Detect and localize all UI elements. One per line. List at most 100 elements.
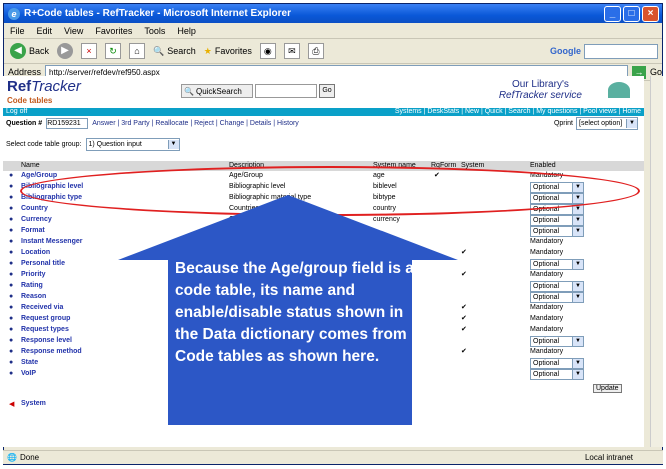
minimize-button[interactable]: _ bbox=[604, 6, 621, 22]
code-table-link[interactable]: Response level bbox=[21, 337, 72, 344]
code-table-link[interactable]: Request group bbox=[21, 315, 70, 322]
forward-arrow-icon[interactable]: ▶ bbox=[57, 43, 74, 59]
group-select[interactable]: 1) Question input ▼ bbox=[85, 138, 180, 151]
code-table-link[interactable]: Instant Messenger bbox=[21, 238, 82, 245]
quicksearch-icon: 🔍 bbox=[184, 86, 194, 96]
code-table-link[interactable]: Reason bbox=[21, 293, 46, 300]
title-bar: e R+Code tables - RefTracker - Microsoft… bbox=[4, 4, 662, 23]
code-table-link[interactable]: Location bbox=[21, 249, 50, 256]
enabled-select[interactable]: Optional ▼ bbox=[530, 369, 584, 380]
bullet-icon: ● bbox=[9, 238, 14, 245]
code-table-group: Select code table group: 1) Question inp… bbox=[3, 138, 644, 151]
enabled-status: Mandatory bbox=[530, 271, 564, 278]
enabled-select[interactable]: Optional ▼ bbox=[530, 358, 584, 369]
vertical-scrollbar[interactable] bbox=[650, 76, 663, 447]
bullet-icon: ● bbox=[9, 370, 14, 377]
question-number-input[interactable]: RD159231 bbox=[46, 117, 89, 129]
search-button[interactable]: 🔍 Search bbox=[153, 46, 196, 57]
qprint-select[interactable]: [select option] ▼ bbox=[576, 116, 638, 130]
page-subtitle: Code tables bbox=[7, 96, 53, 105]
collapse-arrow-icon: ◀ bbox=[9, 401, 15, 408]
favorites-button[interactable]: ★ Favorites bbox=[204, 46, 252, 57]
bullet-icon: ● bbox=[9, 282, 14, 289]
print-icon[interactable]: ⎙ bbox=[307, 43, 324, 59]
code-table-link[interactable]: Priority bbox=[21, 271, 46, 278]
code-table-link[interactable]: Response method bbox=[21, 348, 82, 355]
google-toolbar: Google bbox=[550, 43, 658, 59]
menu-edit[interactable]: Edit bbox=[37, 26, 53, 36]
code-table-link[interactable]: State bbox=[21, 359, 38, 366]
stop-icon[interactable]: × bbox=[81, 43, 98, 59]
status-text: Done bbox=[19, 453, 40, 462]
system-check-icon: ✔ bbox=[461, 304, 467, 311]
home-icon[interactable]: ⌂ bbox=[129, 43, 146, 59]
question-actions[interactable]: Answer | 3rd Party | Reallocate | Reject… bbox=[92, 120, 299, 127]
menu-favorites[interactable]: Favorites bbox=[95, 26, 132, 36]
system-check-icon: ✔ bbox=[461, 271, 467, 278]
quicksearch-input[interactable] bbox=[255, 84, 317, 98]
status-bar: 🌐 Done Local intranet bbox=[3, 450, 663, 464]
enabled-select[interactable]: Optional ▼ bbox=[530, 281, 584, 292]
code-table-link[interactable]: Personal title bbox=[21, 260, 65, 267]
google-search-input[interactable] bbox=[584, 43, 658, 59]
code-table-link[interactable]: Country bbox=[21, 205, 48, 212]
bullet-icon: ● bbox=[9, 227, 14, 234]
quicksearch-select[interactable]: 🔍 QuickSearch bbox=[181, 84, 253, 98]
nav-bar: Log off Systems | DeskStats | New | Quic… bbox=[3, 108, 644, 116]
code-table-link[interactable]: Rating bbox=[21, 282, 43, 289]
question-label: Question # bbox=[6, 119, 43, 127]
media-icon[interactable]: ◉ bbox=[259, 43, 276, 59]
bullet-icon: ● bbox=[9, 337, 14, 344]
enabled-select[interactable]: Optional ▼ bbox=[530, 215, 584, 226]
enabled-select[interactable]: Optional ▼ bbox=[530, 292, 584, 303]
enabled-status: Mandatory bbox=[530, 249, 564, 256]
system-check-icon: ✔ bbox=[461, 249, 467, 256]
qprint: Qprint [select option] ▼ bbox=[554, 116, 638, 130]
code-table-link[interactable]: Currency bbox=[21, 216, 52, 223]
menu-view[interactable]: View bbox=[64, 26, 83, 36]
enabled-select[interactable]: Optional ▼ bbox=[530, 259, 584, 270]
logoff-link[interactable]: Log off bbox=[6, 108, 27, 116]
menu-help[interactable]: Help bbox=[177, 26, 196, 36]
code-table-link[interactable]: Received via bbox=[21, 304, 63, 311]
quicksearch: 🔍 QuickSearch Go bbox=[181, 84, 335, 98]
bullet-icon: ● bbox=[9, 260, 14, 267]
back-button[interactable]: ◀ Back bbox=[10, 43, 49, 59]
enabled-select[interactable]: Optional ▼ bbox=[530, 336, 584, 347]
update-button[interactable]: Update bbox=[593, 384, 622, 393]
enabled-status: Mandatory bbox=[530, 304, 564, 311]
code-table-link[interactable]: Age/Group bbox=[21, 172, 57, 179]
bullet-icon: ● bbox=[9, 216, 14, 223]
bullet-icon: ● bbox=[9, 194, 14, 201]
bullet-icon: ● bbox=[9, 249, 14, 256]
bullet-icon: ● bbox=[9, 183, 14, 190]
menu-file[interactable]: File bbox=[10, 26, 25, 36]
star-icon: ★ bbox=[203, 45, 212, 56]
reftracker-logo: RefTracker bbox=[7, 78, 81, 95]
maximize-button[interactable]: □ bbox=[623, 6, 640, 22]
toolbar: ◀ Back ▶ × ↻ ⌂ 🔍 Search ★ Favorites ◉ ✉ ⎙ G… bbox=[4, 39, 662, 64]
close-button[interactable]: × bbox=[642, 6, 659, 22]
question-bar: Question # RD159231 Answer | 3rd Party |… bbox=[3, 116, 644, 130]
nav-links[interactable]: Systems | DeskStats | New | Quick | Sear… bbox=[395, 108, 641, 116]
search-icon: 🔍 bbox=[153, 45, 165, 56]
bullet-icon: ● bbox=[9, 315, 14, 322]
bullet-icon: ● bbox=[9, 205, 14, 212]
mail-icon[interactable]: ✉ bbox=[283, 43, 300, 59]
enabled-select[interactable]: Optional ▼ bbox=[530, 226, 584, 237]
menu-bar: File Edit View Favorites Tools Help bbox=[4, 23, 662, 39]
col-enabled: Enabled bbox=[530, 162, 556, 169]
code-table-link[interactable]: Format bbox=[21, 227, 45, 234]
reftracker-header: RefTracker Code tables 🔍 QuickSearch Go O… bbox=[3, 76, 644, 108]
ie-icon: e bbox=[8, 7, 20, 20]
code-table-link[interactable]: VoIP bbox=[21, 370, 36, 377]
zone-indicator: Local intranet bbox=[584, 453, 633, 462]
menu-tools[interactable]: Tools bbox=[144, 26, 165, 36]
col-name: Name bbox=[21, 162, 40, 169]
code-table-link[interactable]: Request types bbox=[21, 326, 69, 333]
google-logo: Google bbox=[550, 46, 581, 56]
refresh-icon[interactable]: ↻ bbox=[105, 43, 122, 59]
system-check-icon: ✔ bbox=[461, 348, 467, 355]
bullet-icon: ● bbox=[9, 172, 14, 179]
quicksearch-go-button[interactable]: Go bbox=[319, 84, 335, 98]
